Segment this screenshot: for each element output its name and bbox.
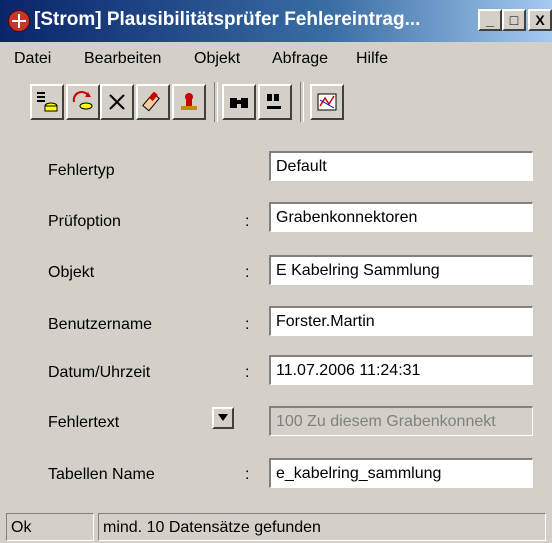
binoculars-icon[interactable] xyxy=(222,84,256,120)
close-button[interactable]: X xyxy=(528,9,552,31)
tabellen-field[interactable]: e_kabelring_sammlung xyxy=(269,458,533,488)
objekt-label: Objekt xyxy=(48,264,95,281)
stamp-icon[interactable] xyxy=(172,84,206,120)
find-next-icon[interactable] xyxy=(258,84,292,120)
status-state: Ok xyxy=(6,513,94,541)
benutzername-colon: : xyxy=(245,316,250,333)
benutzername-label: Benutzername xyxy=(48,316,153,333)
delete-icon[interactable] xyxy=(100,84,134,120)
status-message: mind. 10 Datensätze gefunden xyxy=(98,513,546,541)
fehlertyp-label: Fehlertyp xyxy=(48,162,115,179)
application-window: [Strom] Plausibilitätsprüfer Fehlereintr… xyxy=(0,0,552,543)
menu-bearbeiten[interactable]: Bearbeiten xyxy=(84,50,161,68)
window-title: [Strom] Plausibilitätsprüfer Fehlereintr… xyxy=(34,9,421,30)
list-database-icon[interactable] xyxy=(30,84,64,120)
benutzername-field[interactable]: Forster.Martin xyxy=(269,306,533,336)
pruefoption-colon: : xyxy=(245,213,250,230)
toolbar-separator xyxy=(300,82,304,122)
status-bar: Ok mind. 10 Datensätze gefunden xyxy=(0,509,552,543)
pruefoption-field[interactable]: Grabenkonnektoren xyxy=(269,202,533,232)
app-icon[interactable] xyxy=(8,10,30,32)
pruefoption-label: Prüfoption xyxy=(48,213,121,230)
menu-objekt[interactable]: Objekt xyxy=(194,50,240,68)
toolbar xyxy=(0,80,552,128)
maximize-button[interactable]: □ xyxy=(502,9,526,31)
datum-colon: : xyxy=(245,364,250,381)
fehlertext-field: 100 Zu diesem Grabenkonnekt xyxy=(269,406,533,436)
minimize-button[interactable]: _ xyxy=(478,9,502,31)
objekt-colon: : xyxy=(245,264,250,281)
tabellen-colon: : xyxy=(245,466,250,483)
map-icon[interactable] xyxy=(310,84,344,120)
title-bar[interactable]: [Strom] Plausibilitätsprüfer Fehlereintr… xyxy=(0,0,552,42)
eraser-icon[interactable] xyxy=(136,84,170,120)
refresh-database-icon[interactable] xyxy=(66,84,100,120)
objekt-field[interactable]: E Kabelring Sammlung xyxy=(269,255,533,285)
menu-datei[interactable]: Datei xyxy=(14,50,51,68)
tabellen-label: Tabellen Name xyxy=(48,466,155,483)
fehlertext-label: Fehlertext xyxy=(48,414,120,431)
fehlertext-dropdown-button[interactable] xyxy=(212,407,234,429)
menu-abfrage[interactable]: Abfrage xyxy=(272,50,328,68)
datum-label: Datum/Uhrzeit xyxy=(48,364,151,381)
menu-hilfe[interactable]: Hilfe xyxy=(356,50,388,68)
toolbar-separator xyxy=(214,82,218,122)
fehlertyp-field[interactable]: Default xyxy=(269,151,533,181)
menu-bar: Datei Bearbeiten Objekt Abfrage Hilfe xyxy=(0,42,552,76)
datum-field[interactable]: 11.07.2006 11:24:31 xyxy=(269,355,533,385)
